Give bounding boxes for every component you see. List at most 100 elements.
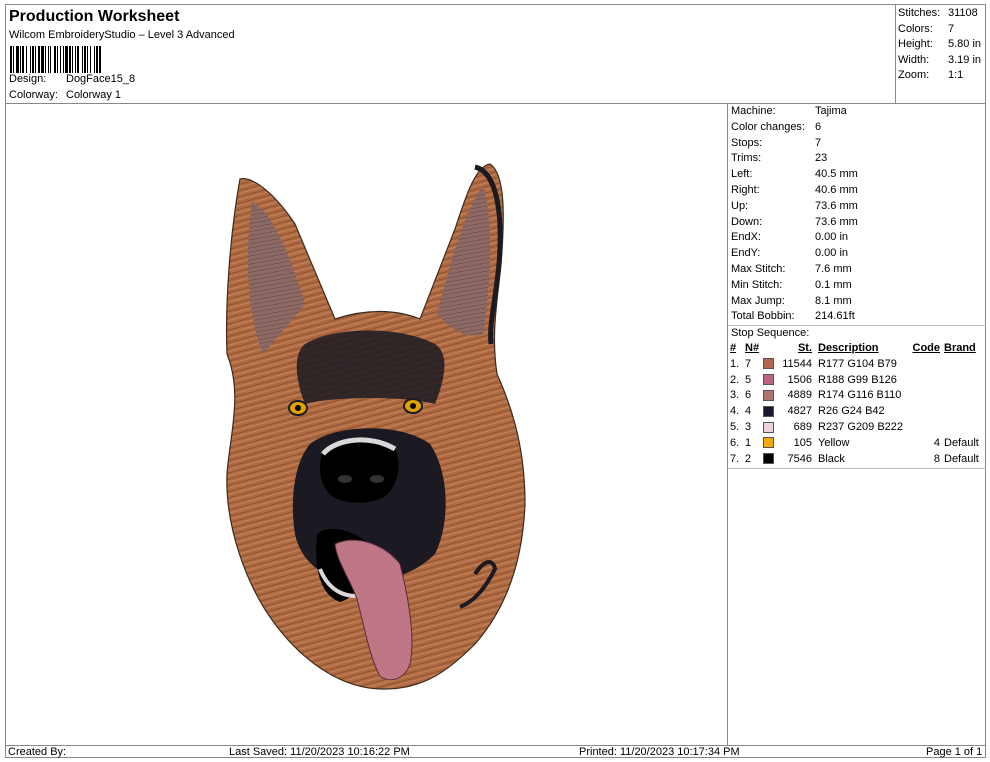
thread-color-swatch (763, 374, 774, 386)
summary-label: Zoom: (898, 69, 930, 81)
color-description: R174 G116 B110 (818, 389, 902, 402)
table-row: 3. 6 4889 R174 G116 B110 (730, 388, 986, 404)
info-row: Color changes: 6 (728, 120, 986, 136)
row-number: 4. (730, 405, 740, 418)
info-row: Up: 73.6 mm (728, 199, 986, 215)
color-brand (940, 420, 986, 436)
summary-row: Height: 5.80 in (898, 37, 985, 53)
info-label: Left: (731, 168, 753, 181)
summary-value: 1:1 (948, 69, 964, 81)
stitch-count: 689 (793, 420, 812, 433)
col-header-code: Code (912, 341, 941, 354)
needle-number: 5 (745, 373, 752, 386)
barcode (10, 46, 176, 73)
table-bottom-rule (728, 468, 986, 470)
color-description: R26 G24 B42 (818, 405, 885, 418)
info-label: Total Bobbin: (731, 310, 795, 323)
color-brand (940, 404, 986, 420)
color-code (912, 357, 940, 373)
thread-color-swatch (763, 405, 774, 417)
table-row: 4. 4 4827 R26 G24 B42 (730, 404, 986, 420)
info-label: EndY: (731, 247, 761, 260)
needle-number: 7 (745, 357, 752, 370)
thread-color-swatch (763, 358, 774, 370)
last-saved: Last Saved: 11/20/2023 10:16:22 PM (229, 746, 410, 758)
design-name-row: Design: DogFace15_8 (9, 73, 135, 85)
color-swatch (763, 404, 778, 420)
needle-number: 4 (745, 405, 752, 418)
table-row: 6. 1 105 Yellow 4 Default (730, 436, 986, 452)
needle-number: 2 (745, 452, 752, 465)
info-value: 7 (815, 136, 822, 149)
color-swatch (763, 420, 778, 436)
summary-label: Colors: (898, 22, 933, 35)
color-code (912, 388, 940, 404)
row-number: 5. (730, 420, 740, 433)
info-row: Max Jump: 8.1 mm (728, 294, 986, 310)
color-brand: Default (944, 436, 979, 449)
summary-value: 3.19 in (948, 53, 982, 66)
color-description: Yellow (818, 436, 850, 449)
created-by: Created By: (8, 746, 67, 758)
thread-color-swatch (763, 437, 774, 449)
needle-number: 1 (745, 436, 752, 449)
color-brand (940, 373, 986, 389)
stop-sequence-table: # N# St. Description Code Brand 1. 7 11544… (730, 341, 986, 467)
color-description: R177 G104 B79 (818, 357, 897, 370)
stitch-count: 4889 (787, 389, 812, 402)
summary-row: Colors: 7 (898, 22, 985, 38)
info-value: 23 (815, 152, 828, 165)
row-number: 7. (730, 452, 740, 465)
row-number: 1. (730, 357, 740, 370)
row-number: 2. (730, 373, 740, 386)
info-value: 73.6 mm (815, 215, 858, 228)
table-row: 2. 5 1506 R188 G99 B126 (730, 373, 986, 389)
colorway-value: Colorway 1 (66, 89, 122, 101)
info-row: EndX: 0.00 in (728, 230, 986, 246)
info-value: 0.00 in (815, 247, 849, 260)
info-label: EndX: (731, 231, 761, 244)
colorway-row: Colorway: Colorway 1 (9, 89, 121, 101)
info-row: Max Stitch: 7.6 mm (728, 262, 986, 278)
table-row: 1. 7 11544 R177 G104 B79 (730, 357, 986, 373)
info-row: Down: 73.6 mm (728, 215, 986, 231)
brow-mask (296, 330, 445, 404)
machine-info-panel: Machine: Tajima Color changes: 6 Stops: 7 T… (728, 104, 986, 745)
color-code: 8 (933, 452, 940, 465)
col-header-swatch (763, 341, 778, 357)
info-row: Total Bobbin: 214.61ft (728, 309, 986, 325)
stitch-count: 4827 (787, 405, 812, 418)
summary-value: 7 (948, 22, 955, 35)
table-row: 7. 2 7546 Black 8 Default (730, 452, 986, 468)
color-code: 4 (933, 436, 940, 449)
info-label: Min Stitch: (731, 278, 783, 291)
row-number: 3. (730, 389, 740, 402)
stitch-count: 1506 (787, 373, 812, 386)
thread-color-swatch (763, 421, 774, 433)
summary-row: Stitches: 31108 (898, 6, 985, 22)
info-value: 0.1 mm (815, 278, 852, 291)
info-value: 8.1 mm (815, 294, 852, 307)
color-brand (940, 388, 986, 404)
color-swatch (763, 436, 778, 452)
color-swatch (763, 357, 778, 373)
info-label: Max Jump: (731, 294, 785, 307)
thread-color-swatch (763, 453, 774, 465)
info-value: 7.6 mm (815, 262, 852, 275)
summary-panel: Stitches: 31108 Colors: 7 Height: 5.80 in W… (895, 4, 986, 104)
row-number: 6. (730, 436, 740, 449)
color-code (912, 373, 940, 389)
info-label: Machine: (731, 105, 776, 117)
col-header-brand: Brand (944, 341, 976, 354)
color-brand (940, 357, 986, 373)
design-preview (5, 104, 728, 745)
table-header-row: # N# St. Description Code Brand (730, 341, 986, 357)
summary-value: 31108 (948, 7, 978, 19)
color-code (912, 420, 940, 436)
needle-number: 3 (745, 420, 752, 433)
summary-label: Height: (898, 38, 933, 50)
color-description: R188 G99 B126 (818, 373, 897, 386)
color-description: Black (818, 452, 845, 465)
info-value: 40.6 mm (815, 183, 858, 196)
color-swatch (763, 452, 778, 468)
